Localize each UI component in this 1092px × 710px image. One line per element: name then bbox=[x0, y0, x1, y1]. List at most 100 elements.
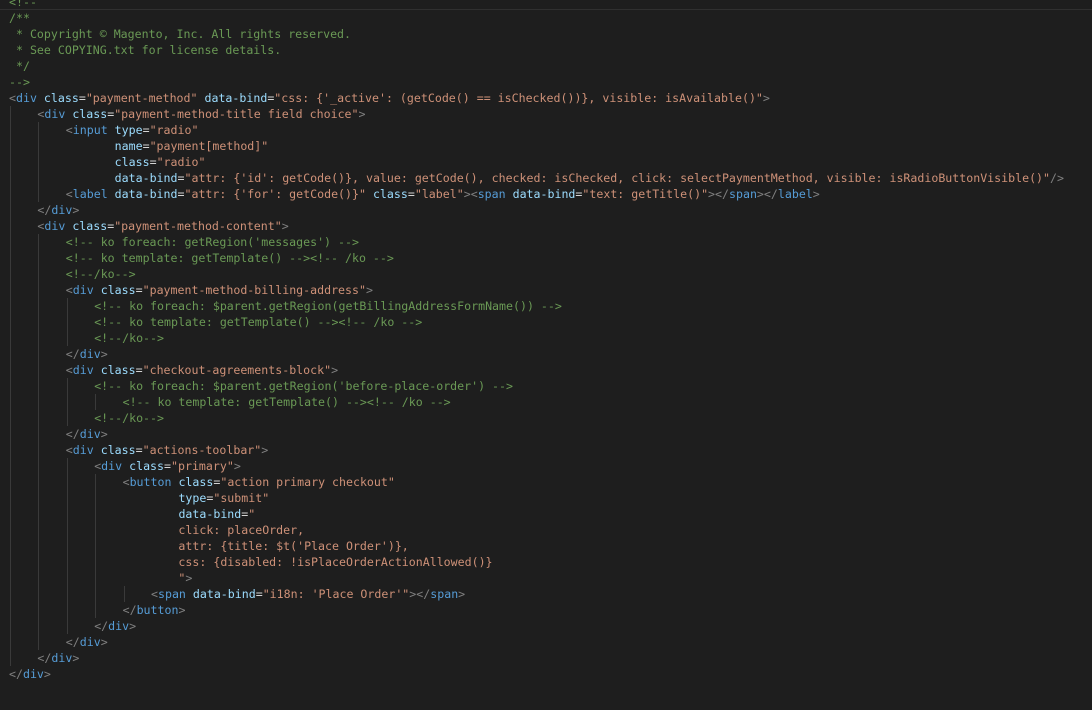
code-line[interactable]: <!--/ko--> bbox=[9, 410, 1092, 426]
code-line[interactable]: </div> bbox=[9, 202, 1092, 218]
code-token: > bbox=[358, 107, 366, 121]
code-line-content: attr: {title: $t('Place Order')}, bbox=[9, 539, 408, 553]
code-line[interactable]: * Copyright © Magento, Inc. All rights r… bbox=[9, 26, 1092, 42]
code-line[interactable]: </div> bbox=[9, 426, 1092, 442]
code-line[interactable]: </div> bbox=[9, 618, 1092, 634]
code-line[interactable]: <!-- ko foreach: getRegion('messages') -… bbox=[9, 234, 1092, 250]
code-token: <!-- ko template: getTemplate() --><!-- … bbox=[122, 395, 451, 409]
indent-guide bbox=[66, 554, 68, 570]
code-token: </ bbox=[65, 347, 80, 361]
code-token: "css: {'_active': (getCode() == isChecke… bbox=[274, 91, 763, 105]
code-line[interactable]: </div> bbox=[9, 666, 1092, 682]
indent-guide bbox=[10, 170, 11, 186]
indent-guide bbox=[95, 586, 97, 602]
code-line-content: <label data-bind="attr: {'for': getCode(… bbox=[9, 187, 820, 201]
code-area[interactable]: <!-- /** * Copyright © Magento, Inc. All … bbox=[9, 0, 1092, 682]
code-token: * Copyright © Magento, Inc. All rights r… bbox=[9, 27, 352, 41]
code-line[interactable]: <label data-bind="attr: {'for': getCode(… bbox=[9, 186, 1092, 202]
code-line[interactable]: <div class="primary"> bbox=[9, 458, 1092, 474]
code-line[interactable]: <span data-bind="i18n: 'Place Order'"></… bbox=[9, 586, 1092, 602]
code-editor[interactable]: <!-- /** * Copyright © Magento, Inc. All … bbox=[0, 0, 1092, 710]
code-line-content: <!-- ko template: getTemplate() --><!-- … bbox=[9, 251, 394, 265]
code-line[interactable]: */ bbox=[9, 58, 1092, 74]
code-line[interactable]: * See COPYING.txt for license details. bbox=[9, 42, 1092, 58]
code-line[interactable]: <div class="actions-toolbar"> bbox=[9, 442, 1092, 458]
code-line-content: <!--/ko--> bbox=[9, 267, 136, 281]
code-line[interactable]: <!-- ko template: getTemplate() --><!-- … bbox=[9, 314, 1092, 330]
code-token: <!--/ko--> bbox=[65, 267, 136, 281]
indent-guide bbox=[10, 474, 11, 490]
code-line[interactable]: css: {disabled: !isPlaceOrderActionAllow… bbox=[9, 554, 1092, 570]
code-line[interactable]: name="payment[method]" bbox=[9, 138, 1092, 154]
code-line[interactable]: <div class="payment-method-billing-addre… bbox=[9, 282, 1092, 298]
indent-guide bbox=[10, 298, 11, 314]
code-line[interactable]: <!--/ko--> bbox=[9, 330, 1092, 346]
indent-guide bbox=[38, 554, 40, 570]
code-line[interactable]: </div> bbox=[9, 634, 1092, 650]
code-token: = bbox=[135, 283, 143, 297]
code-line[interactable]: --> bbox=[9, 74, 1092, 90]
indent-guide bbox=[95, 474, 97, 490]
indent-guide bbox=[10, 522, 11, 538]
code-line-content: <!--/ko--> bbox=[9, 411, 164, 425]
code-line[interactable]: type="submit" bbox=[9, 490, 1092, 506]
indent-guide bbox=[66, 474, 68, 490]
code-line[interactable]: </button> bbox=[9, 602, 1092, 618]
code-line-content: */ bbox=[9, 59, 30, 73]
indent-guide bbox=[95, 554, 97, 570]
code-line-content: * See COPYING.txt for license details. bbox=[9, 43, 281, 57]
code-line[interactable]: <div class="payment-method-title field c… bbox=[9, 106, 1092, 122]
indent-guide bbox=[66, 410, 68, 426]
code-line[interactable]: </div> bbox=[9, 650, 1092, 666]
code-line-content: * Copyright © Magento, Inc. All rights r… bbox=[9, 27, 351, 41]
code-token: = bbox=[142, 139, 150, 153]
code-line[interactable]: class="radio" bbox=[9, 154, 1092, 170]
code-token: <!--/ko--> bbox=[94, 411, 164, 425]
code-line[interactable]: <!-- ko foreach: $parent.getRegion(getBi… bbox=[9, 298, 1092, 314]
code-line[interactable]: attr: {title: $t('Place Order')}, bbox=[9, 538, 1092, 554]
indent-guide bbox=[10, 234, 11, 250]
indent-guide bbox=[10, 602, 11, 618]
code-token: > bbox=[72, 651, 80, 665]
indent-guide bbox=[38, 362, 40, 378]
code-line-content: </div> bbox=[9, 667, 51, 681]
indent-guide bbox=[66, 538, 68, 554]
code-token: <!-- ko foreach: getRegion('messages') -… bbox=[65, 235, 359, 249]
code-token: div bbox=[44, 219, 66, 233]
indent-guide bbox=[66, 586, 68, 602]
code-line[interactable]: /** bbox=[9, 10, 1092, 26]
code-line-content: </div> bbox=[9, 203, 79, 217]
code-line-content: <div class="checkout-agreements-block"> bbox=[9, 363, 338, 377]
code-line[interactable]: <!-- ko foreach: $parent.getRegion('befo… bbox=[9, 378, 1092, 394]
indent-guide bbox=[10, 218, 11, 234]
code-line[interactable]: click: placeOrder, bbox=[9, 522, 1092, 538]
code-line[interactable]: <!-- ko template: getTemplate() --><!-- … bbox=[9, 250, 1092, 266]
code-line-content: <div class="payment-method-billing-addre… bbox=[9, 283, 373, 297]
indent-guide bbox=[66, 570, 68, 586]
code-line[interactable]: <input type="radio" bbox=[9, 122, 1092, 138]
code-token: "attr: {'for': getCode()}" bbox=[184, 187, 366, 201]
code-line[interactable]: data-bind=" bbox=[9, 506, 1092, 522]
indent-guide bbox=[10, 538, 11, 554]
code-token: > bbox=[100, 427, 108, 441]
code-token: > bbox=[100, 635, 108, 649]
code-line[interactable]: <button class="action primary checkout" bbox=[9, 474, 1092, 490]
code-line[interactable]: data-bind="attr: {'id': getCode()}, valu… bbox=[9, 170, 1092, 186]
code-line[interactable]: </div> bbox=[9, 346, 1092, 362]
indent-guide bbox=[38, 330, 40, 346]
code-line[interactable]: <!--/ko--> bbox=[9, 266, 1092, 282]
indent-guide bbox=[38, 458, 40, 474]
code-line[interactable]: <div class="payment-method-content"> bbox=[9, 218, 1092, 234]
code-line[interactable]: <!-- ko template: getTemplate() --><!-- … bbox=[9, 394, 1092, 410]
code-token: > bbox=[365, 283, 373, 297]
code-line[interactable]: <!-- bbox=[9, 0, 1092, 10]
code-token: "radio" bbox=[156, 155, 206, 169]
code-token: = bbox=[142, 123, 150, 137]
code-line[interactable]: <div class="payment-method" data-bind="c… bbox=[9, 90, 1092, 106]
code-line[interactable]: "> bbox=[9, 570, 1092, 586]
code-line[interactable]: <div class="checkout-agreements-block"> bbox=[9, 362, 1092, 378]
code-token: <!-- ko foreach: $parent.getRegion(getBi… bbox=[94, 299, 562, 313]
code-token: > bbox=[281, 219, 289, 233]
